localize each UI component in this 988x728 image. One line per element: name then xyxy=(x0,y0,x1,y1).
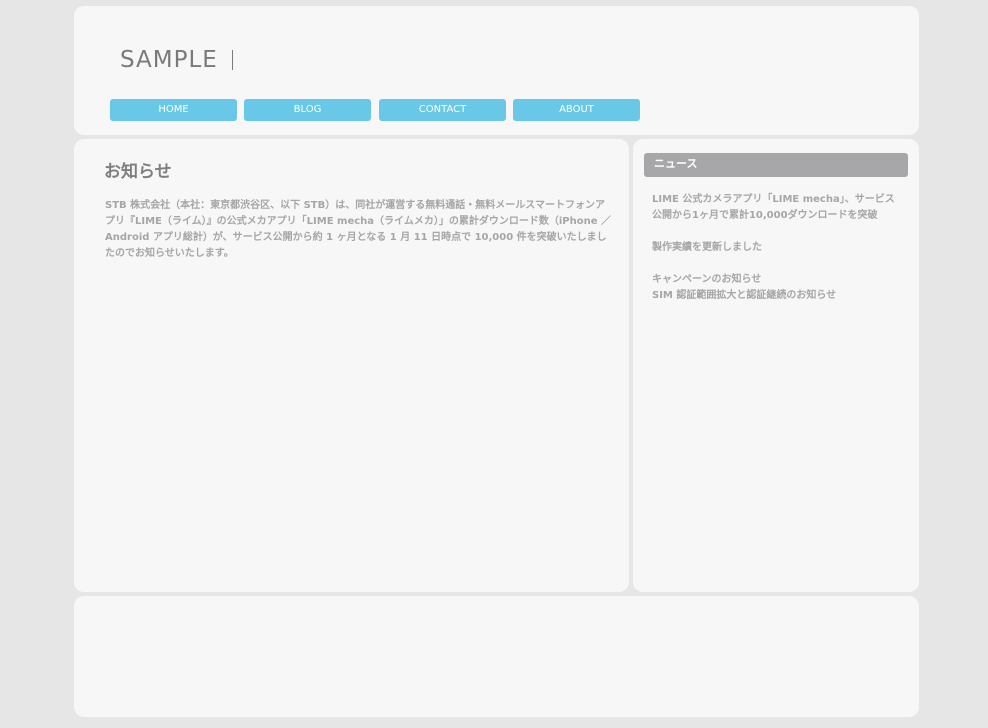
news-item[interactable]: キャンペーンのお知らせ xyxy=(652,272,898,288)
logo-divider xyxy=(232,50,233,70)
footer-panel xyxy=(74,596,919,717)
nav-about-button[interactable]: ABOUT xyxy=(513,99,640,121)
news-item[interactable]: 製作実績を更新しました xyxy=(652,240,898,256)
news-item[interactable]: SIM 認証範囲拡大と認証継続のお知らせ xyxy=(652,288,898,304)
news-header: ニュース xyxy=(644,153,908,177)
news-title: ニュース xyxy=(654,157,698,170)
nav-blog-button[interactable]: BLOG xyxy=(244,99,371,121)
nav-home-button[interactable]: HOME xyxy=(110,99,237,121)
main-content-panel: お知らせ STB 株式会社（本社：東京都渋谷区、以下 STB）は、同社が運営する… xyxy=(74,139,629,592)
page-title: お知らせ xyxy=(104,162,172,182)
announcement-text: STB 株式会社（本社：東京都渋谷区、以下 STB）は、同社が運営する無料通話・… xyxy=(105,200,611,259)
news-item[interactable]: LIME 公式カメラアプリ「LIME mecha」、サービス公開から1ヶ月で累計… xyxy=(652,192,898,224)
nav-contact-button[interactable]: CONTACT xyxy=(379,99,506,121)
news-list: LIME 公式カメラアプリ「LIME mecha」、サービス公開から1ヶ月で累計… xyxy=(652,192,898,320)
site-logo[interactable]: SAMPLE xyxy=(120,46,218,74)
header-panel: SAMPLE HOME BLOG CONTACT ABOUT xyxy=(74,6,919,135)
sidebar-panel: ニュース LIME 公式カメラアプリ「LIME mecha」、サービス公開から1… xyxy=(633,139,919,592)
